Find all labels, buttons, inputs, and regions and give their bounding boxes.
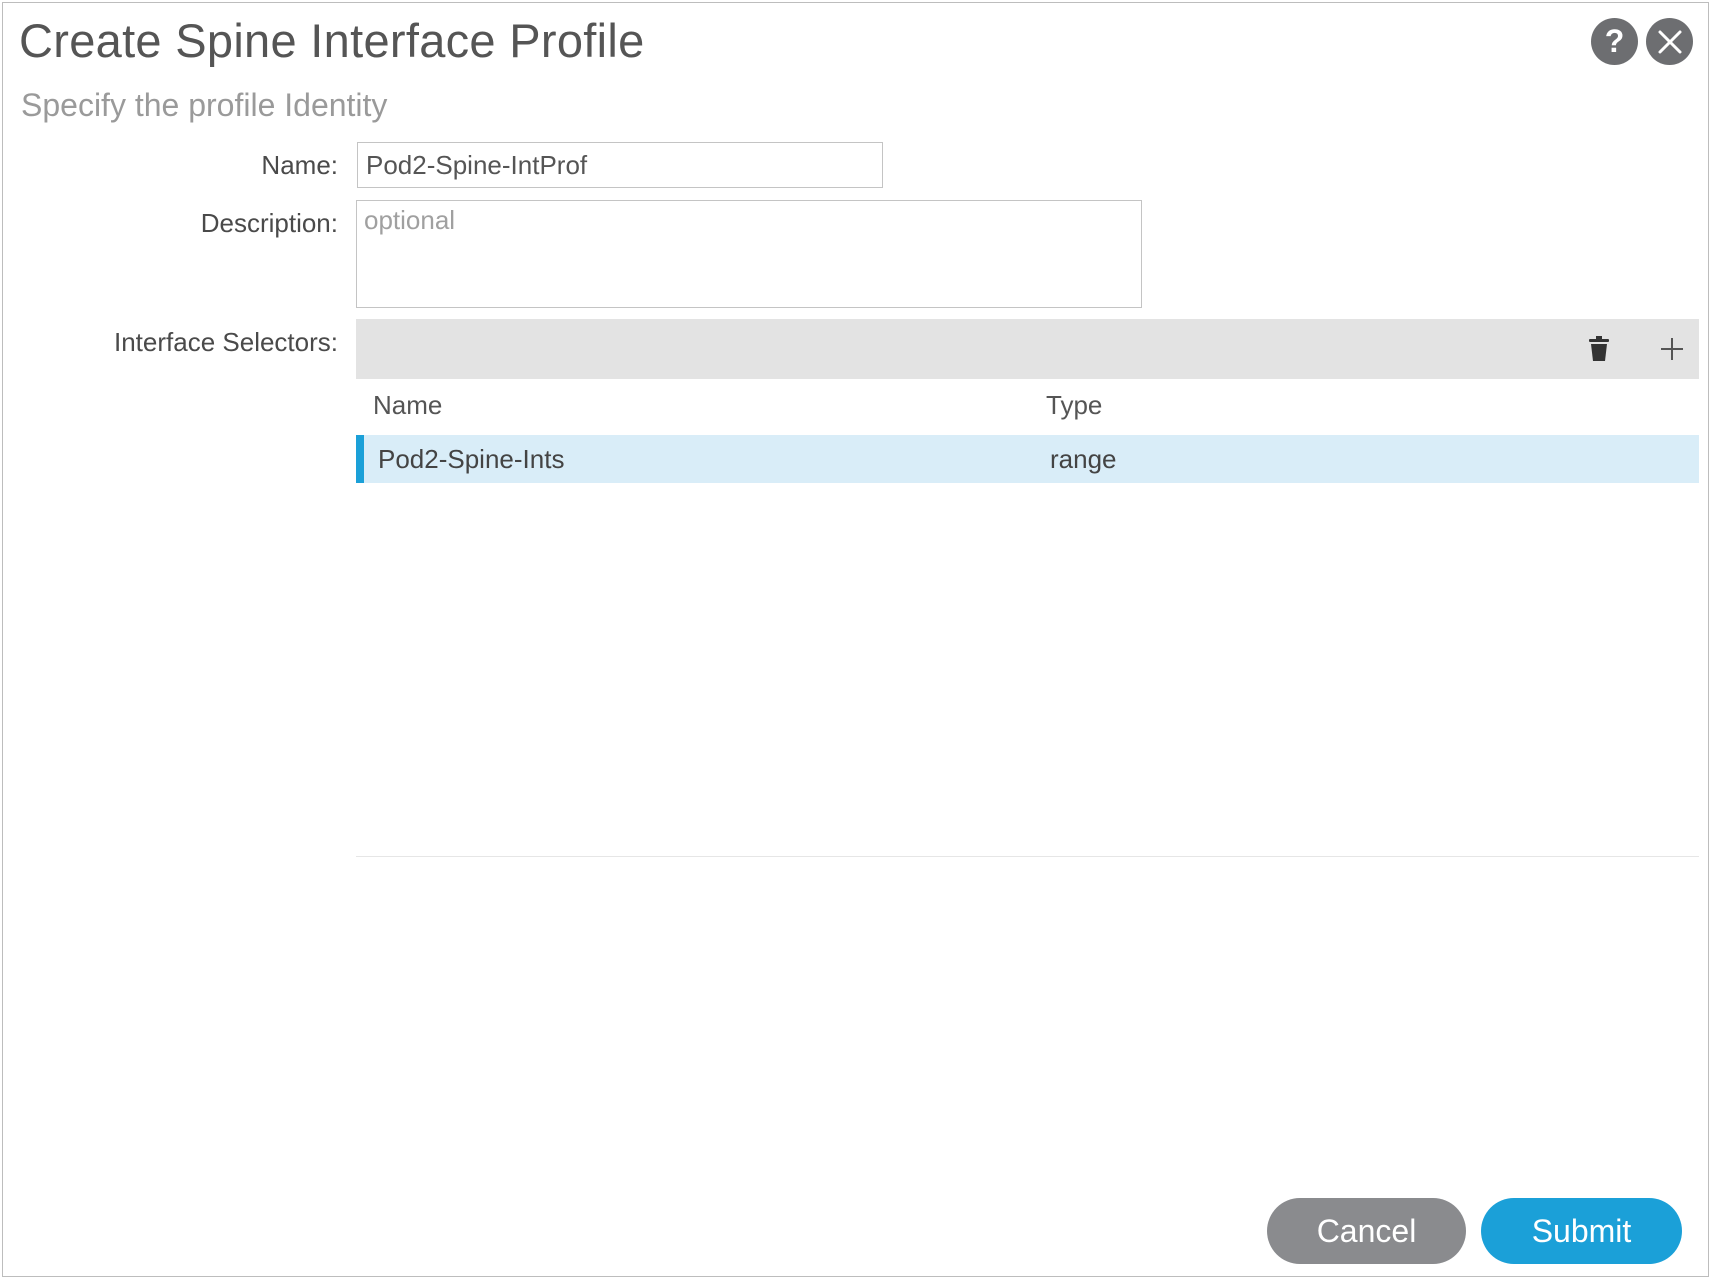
description-input[interactable] — [356, 200, 1142, 308]
submit-button[interactable]: Submit — [1481, 1198, 1682, 1264]
description-label: Description: — [200, 208, 338, 238]
interface-selectors-label: Interface Selectors: — [114, 327, 338, 357]
help-button[interactable]: ? — [1591, 18, 1638, 65]
plus-icon — [1661, 338, 1683, 360]
selector-type-cell: range — [1050, 444, 1117, 474]
trash-icon — [1589, 336, 1609, 361]
dialog-title: Create Spine Interface Profile — [19, 14, 645, 67]
delete-selector-button[interactable] — [1583, 333, 1615, 365]
column-header-name[interactable]: Name — [373, 390, 442, 421]
table-bottom-divider — [356, 856, 1699, 857]
add-selector-button[interactable] — [1656, 333, 1688, 365]
name-input[interactable] — [357, 142, 883, 188]
selector-name-cell: Pod2-Spine-Ints — [378, 444, 565, 474]
close-button[interactable] — [1646, 18, 1693, 65]
interface-selectors-toolbar — [356, 319, 1699, 379]
create-spine-interface-profile-dialog: Create Spine Interface Profile ? Specify… — [2, 2, 1709, 1277]
table-row[interactable]: Pod2-Spine-Ints range — [356, 435, 1699, 483]
dialog-subtitle: Specify the profile Identity — [21, 87, 388, 123]
name-label: Name: — [261, 150, 338, 180]
close-icon — [1658, 30, 1681, 53]
column-header-type[interactable]: Type — [1046, 390, 1102, 421]
selected-row-indicator — [356, 435, 364, 483]
cancel-button[interactable]: Cancel — [1267, 1198, 1466, 1264]
question-mark-icon: ? — [1604, 23, 1625, 59]
